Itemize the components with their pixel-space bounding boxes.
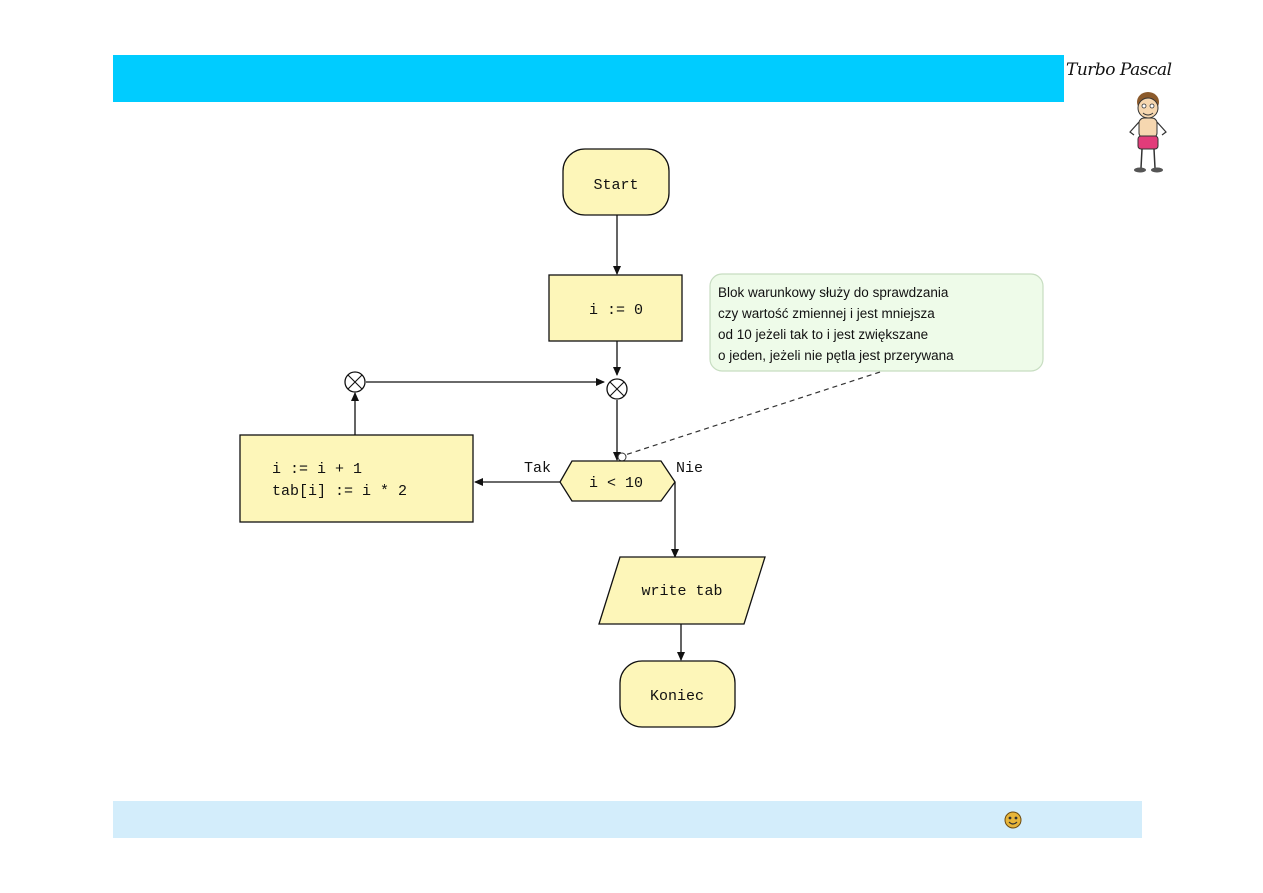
start-terminal: Start (562, 148, 670, 216)
init-label: i := 0 (589, 302, 643, 319)
note-pointer (624, 371, 881, 456)
note-callout: Blok warunkowy służy do sprawdzania czy … (709, 273, 1044, 372)
note-anchor (617, 452, 627, 462)
output-label: write tab (641, 583, 722, 600)
note-line-3: od 10 jeżeli tak to i jest zwiększane (718, 327, 928, 342)
start-label: Start (593, 177, 638, 194)
note-line-1: Blok warunkowy służy do sprawdzania (718, 285, 949, 300)
junction-right (606, 378, 628, 400)
flowchart: Start i := 0 i < 10 Tak Nie i := i + 1 t… (239, 148, 1044, 728)
condition-label: i < 10 (589, 475, 643, 492)
loop-body-process: i := i + 1 tab[i] := i * 2 (239, 434, 474, 523)
note-line-4: o jeden, jeżeli nie pętla jest przerywan… (718, 348, 954, 363)
loop-line-2: tab[i] := i * 2 (272, 483, 407, 500)
condition-decision: i < 10 (559, 460, 676, 502)
end-label: Koniec (650, 688, 704, 705)
junction-left (344, 371, 366, 393)
yes-label: Tak (524, 460, 551, 477)
output-io: write tab (598, 556, 766, 625)
footer-bar (113, 801, 1142, 838)
loop-line-1: i := i + 1 (272, 461, 362, 478)
init-process: i := 0 (548, 274, 683, 342)
smiley-icon (1004, 811, 1022, 829)
end-terminal: Koniec (619, 660, 736, 728)
no-label: Nie (676, 460, 703, 477)
note-line-2: czy wartość zmiennej i jest mniejsza (718, 306, 935, 321)
